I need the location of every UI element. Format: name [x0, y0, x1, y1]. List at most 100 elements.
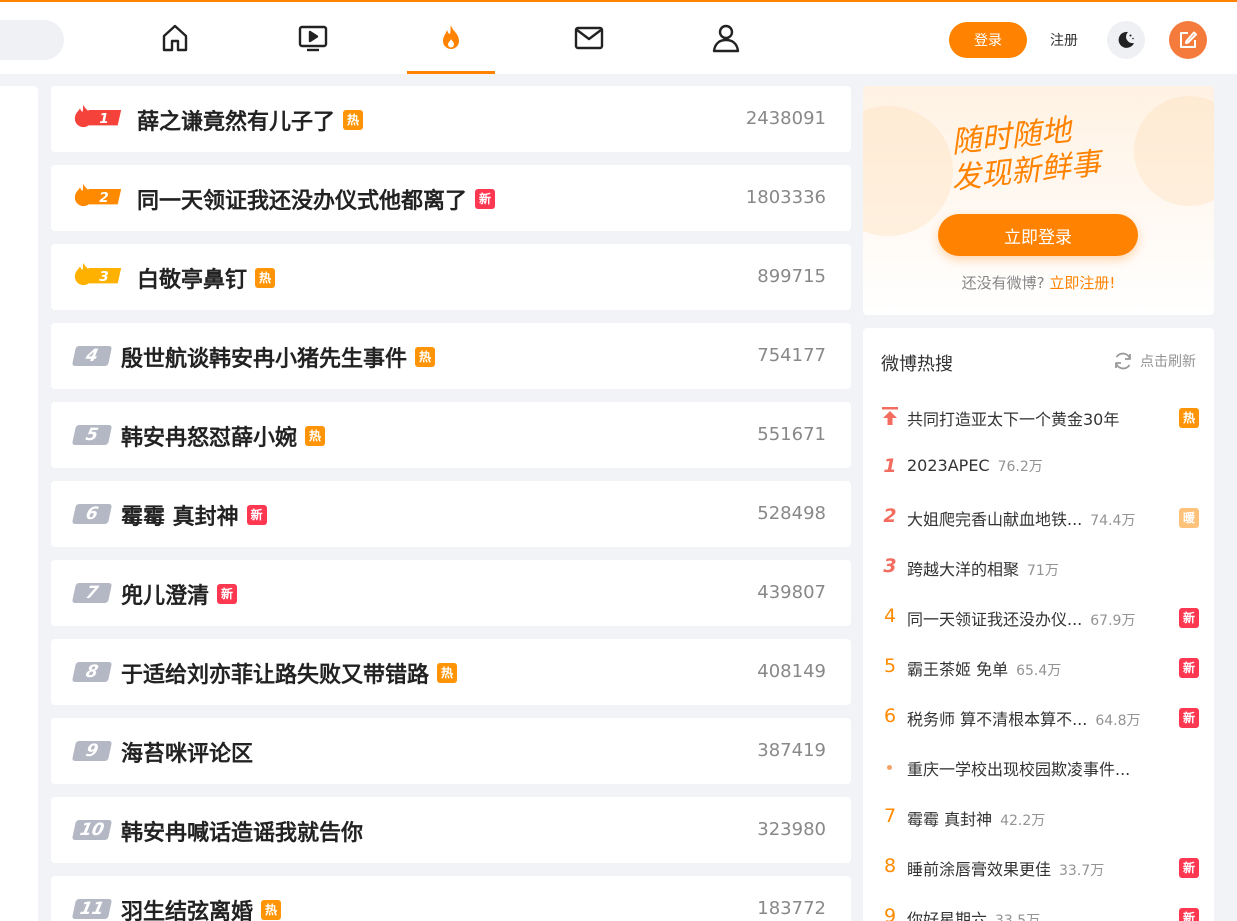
hot-count: 387419 [757, 740, 826, 761]
rank-number: 7 [71, 583, 113, 603]
hot-search-count: 71万 [1027, 563, 1059, 579]
hot-search-text: 跨越大洋的相聚 71万 [907, 556, 1059, 580]
hot-search-count: 64.8万 [1095, 713, 1141, 729]
hot-search-item[interactable]: 8 睡前涂唇膏效果更佳 33.7万 新 [881, 853, 1199, 881]
topic-title[interactable]: 羽生结弦离婚热 [121, 894, 282, 921]
topic-title[interactable]: 同一天领证我还没办仪式他都离了新 [137, 183, 496, 215]
topic-title[interactable]: 韩安冉喊话造谣我就告你 [121, 815, 363, 847]
hot-search-text: 共同打造亚太下一个黄金30年 [907, 406, 1119, 430]
refresh-label: 点击刷新 [1140, 354, 1196, 370]
hot-search-text: 同一天领证我还没办仪... 67.9万 [907, 606, 1135, 630]
hot-search-item[interactable]: 5 霸王茶姬 免单 65.4万 新 [881, 653, 1199, 681]
hot-search-tag-badge: 新 [1179, 708, 1199, 728]
hot-search-text: 税务师 算不清根本算不... 64.8万 [907, 706, 1141, 730]
hot-list-row[interactable]: 10 韩安冉喊话造谣我就告你 323980 [51, 797, 851, 863]
hot-search-text: 2023APEC 76.2万 [907, 456, 1043, 476]
hot-count: 323980 [757, 819, 826, 840]
user-icon [712, 24, 740, 53]
hot-search-rank: 4 [883, 605, 897, 627]
hot-search-title-text: 税务师 算不清根本算不... [907, 710, 1088, 729]
hot-count: 439807 [757, 582, 826, 603]
tab-profile[interactable] [682, 2, 770, 74]
topic-title-text: 韩安冉怒怼薛小婉 [121, 426, 298, 451]
hot-search-count: 33.5万 [995, 913, 1041, 921]
rank-flame-badge: 1 [74, 104, 122, 128]
refresh-button[interactable]: 点击刷新 [1112, 350, 1196, 372]
hot-count: 754177 [757, 345, 826, 366]
tab-video[interactable] [269, 2, 357, 74]
hot-search-item[interactable]: 共同打造亚太下一个黄金30年 热 [881, 403, 1199, 431]
hot-list-row[interactable]: 3 白敬亭鼻钉热 899715 [51, 244, 851, 310]
topic-title[interactable]: 海苔咪评论区 [121, 736, 253, 768]
topic-title[interactable]: 于适给刘亦菲让路失败又带错路热 [121, 657, 458, 689]
hot-list-row[interactable]: 1 薛之谦竟然有儿子了热 2438091 [51, 86, 851, 152]
hot-search-item[interactable]: 7 霉霉 真封神 42.2万 [881, 803, 1199, 831]
hot-search-item[interactable]: 重庆一学校出现校园欺凌事件... [881, 753, 1199, 781]
hot-list-row[interactable]: 5 韩安冉怒怼薛小婉热 551671 [51, 402, 851, 468]
hot-list-row[interactable]: 9 海苔咪评论区 387419 [51, 718, 851, 784]
hot-search-item[interactable]: 9 你好星期六 33.5万 新 [881, 903, 1199, 921]
dark-mode-toggle[interactable] [1107, 21, 1145, 59]
register-now-link[interactable]: 立即注册! [1049, 274, 1115, 292]
hot-search-title-text: 霸王茶姬 免单 [907, 660, 1009, 679]
topic-title[interactable]: 殷世航谈韩安冉小猪先生事件热 [121, 341, 436, 373]
hot-search-item[interactable]: 2 大姐爬完香山献血地铁... 74.4万 暖 [881, 503, 1199, 531]
topic-title[interactable]: 兜儿澄清新 [121, 578, 238, 610]
hot-search-tag-badge: 新 [1179, 658, 1199, 678]
topic-title[interactable]: 霉霉 真封神新 [121, 499, 267, 531]
hot-search-count: 74.4万 [1090, 513, 1136, 529]
hot-search-count: 67.9万 [1090, 613, 1136, 629]
rank-number: 3 [99, 269, 109, 285]
topic-tag-badge: 热 [305, 426, 326, 446]
pinned-top-icon [882, 407, 898, 425]
hot-search-title-text: 同一天领证我还没办仪... [907, 610, 1083, 629]
topic-title[interactable]: 韩安冉怒怼薛小婉热 [121, 420, 326, 452]
login-now-button[interactable]: 立即登录 [938, 214, 1138, 256]
tab-messages[interactable] [545, 2, 633, 74]
topic-title-text: 霉霉 真封神 [121, 505, 239, 530]
home-icon [162, 24, 188, 52]
hot-search-count: 42.2万 [1000, 813, 1046, 829]
hot-search-item[interactable]: 3 跨越大洋的相聚 71万 [881, 553, 1199, 581]
compose-button[interactable] [1169, 21, 1207, 59]
hot-search-title-text: 霉霉 真封神 [907, 810, 993, 829]
hot-count: 899715 [757, 266, 826, 287]
rank-flame-badge: 3 [74, 262, 122, 286]
login-button[interactable]: 登录 [949, 22, 1027, 58]
hot-search-count: 65.4万 [1016, 663, 1062, 679]
hot-search-rank: 9 [883, 905, 897, 921]
hot-search-count: 76.2万 [997, 459, 1043, 475]
topic-title-text: 韩安冉喊话造谣我就告你 [121, 821, 364, 846]
hot-list-row[interactable]: 11 羽生结弦离婚热 183772 [51, 876, 851, 921]
hot-search-title-text: 你好星期六 [907, 910, 988, 921]
tab-home[interactable] [131, 2, 219, 74]
hot-list-row[interactable]: 8 于适给刘亦菲让路失败又带错路热 408149 [51, 639, 851, 705]
hot-search-item[interactable]: 6 税务师 算不清根本算不... 64.8万 新 [881, 703, 1199, 731]
rank-number: 9 [71, 741, 113, 761]
mail-icon [574, 26, 604, 50]
search-input[interactable] [0, 20, 64, 60]
hot-search-count: 33.7万 [1059, 863, 1105, 879]
hot-search-item[interactable]: 4 同一天领证我还没办仪... 67.9万 新 [881, 603, 1199, 631]
edit-icon [1180, 31, 1197, 48]
hot-search-text: 大姐爬完香山献血地铁... 74.4万 [907, 506, 1135, 530]
topic-tag-badge: 热 [255, 268, 276, 288]
topic-title[interactable]: 薛之谦竟然有儿子了热 [137, 104, 364, 136]
hot-search-tag-badge: 新 [1179, 858, 1199, 878]
hot-search-rank: 2 [883, 505, 897, 527]
topic-title[interactable]: 白敬亭鼻钉热 [137, 262, 276, 294]
topic-title-text: 殷世航谈韩安冉小猪先生事件 [121, 347, 408, 372]
hot-list-row[interactable]: 7 兜儿澄清新 439807 [51, 560, 851, 626]
hot-search-item[interactable]: 1 2023APEC 76.2万 [881, 453, 1199, 481]
hot-search-text: 霸王茶姬 免单 65.4万 [907, 656, 1061, 680]
hot-search-tag-badge: 新 [1179, 608, 1199, 628]
slogan: 随时随地 发现新鲜事 [946, 106, 1142, 197]
hot-search-text: 霉霉 真封神 42.2万 [907, 806, 1045, 830]
hot-list-row[interactable]: 2 同一天领证我还没办仪式他都离了新 1803336 [51, 165, 851, 231]
rank-number: 6 [71, 504, 113, 524]
hot-list-row[interactable]: 4 殷世航谈韩安冉小猪先生事件热 754177 [51, 323, 851, 389]
tab-hot[interactable] [407, 2, 495, 74]
hot-list-row[interactable]: 6 霉霉 真封神新 528498 [51, 481, 851, 547]
promoted-dot [887, 765, 892, 770]
register-link[interactable]: 注册 [1050, 30, 1078, 50]
